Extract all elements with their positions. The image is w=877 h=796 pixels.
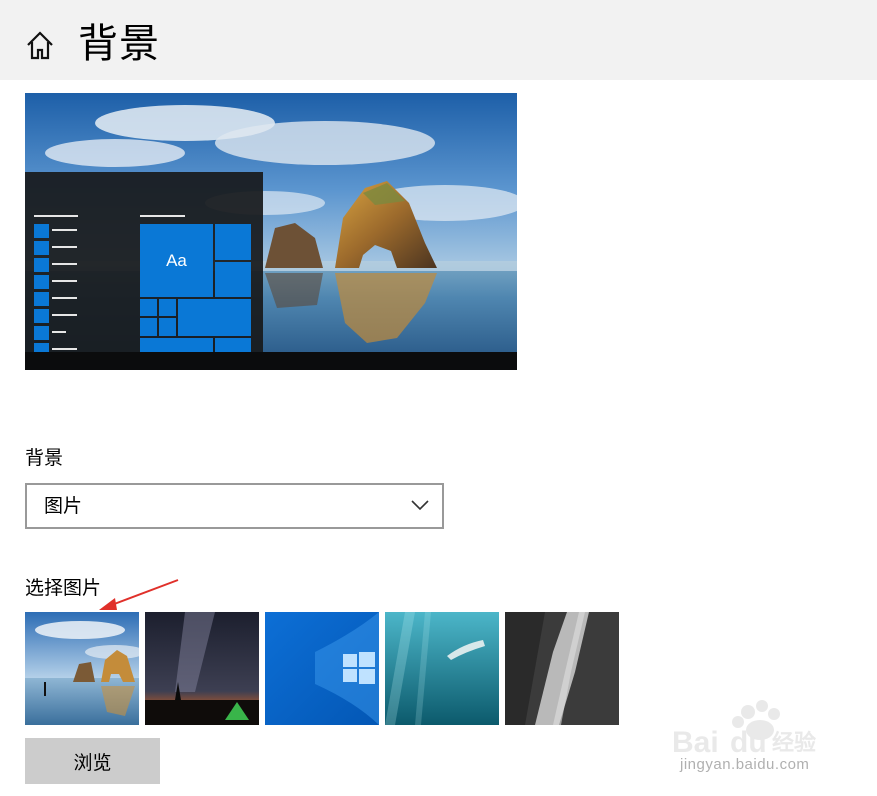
milky-way-tent-thumbnail[interactable] [145,612,259,725]
watermark-url: jingyan.baidu.com [680,756,810,773]
tiles-header-line [140,215,185,217]
tile [159,318,176,336]
app-icon [34,309,49,323]
app-label-line [52,263,77,265]
app-icon [34,241,49,255]
wide-tile [140,338,213,352]
wide-tile [178,299,251,336]
app-icon [34,275,49,289]
app-label-line [52,331,66,333]
svg-text:du: du [730,726,767,759]
page-title: 背景 [78,21,160,67]
taskbar-preview [25,352,517,370]
beach-rock-arch-thumbnail[interactable] [25,612,139,725]
windows-logo-thumbnail[interactable] [265,612,379,725]
large-tile: Aa [140,224,213,297]
app-icon [34,326,49,340]
tile [159,299,176,316]
app-icon [34,258,49,272]
tile [140,299,157,316]
tile [140,318,157,336]
svg-text:Bai: Bai [672,726,719,759]
app-label-line [52,314,77,316]
app-icon [34,292,49,306]
start-menu-preview: Aa [25,172,263,352]
app-label-line [52,229,77,231]
app-label-line [52,297,77,299]
choose-picture-label: 选择图片 [25,577,102,599]
tile [215,262,251,297]
home-button[interactable] [22,28,58,64]
app-label-line [52,246,77,248]
underwater-swimmer-thumbnail[interactable] [385,612,499,725]
red-arrow-annotation [99,579,179,610]
app-label-line [52,348,77,350]
home-icon [27,31,53,60]
app-icon [34,343,49,352]
tile [215,338,251,352]
svg-text:经验: 经验 [772,730,816,756]
dropdown-selected-value: 图片 [44,495,83,517]
background-label: 背景 [25,447,64,469]
browse-button[interactable]: 浏览 [25,738,160,784]
background-type-dropdown[interactable]: 图片 [25,483,444,529]
rock-cliff-thumbnail[interactable] [505,612,619,725]
app-icon [34,224,49,238]
header-bar: 背景 [0,0,877,80]
menu-header-line [34,215,78,217]
app-label-line [52,280,77,282]
tile [215,224,251,260]
chevron-down-icon [411,500,429,511]
desktop-preview: Aa [25,93,517,370]
